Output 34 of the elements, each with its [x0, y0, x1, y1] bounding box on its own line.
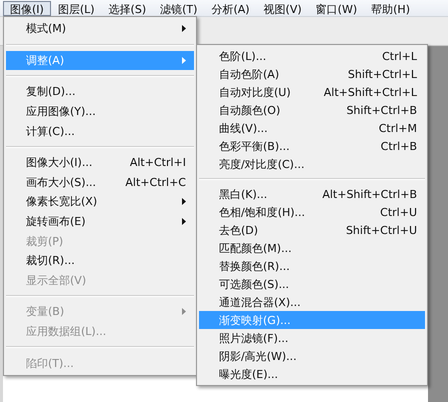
menu-item[interactable]: 色相/饱和度(H)... Ctrl+U — [199, 203, 425, 221]
menu-item[interactable]: 色彩平衡(B)... Ctrl+B — [199, 137, 425, 155]
menu-item[interactable]: 黑白(K)... Alt+Shift+Ctrl+B — [199, 185, 425, 203]
menu-item[interactable]: 自动色阶(A) Shift+Ctrl+L — [199, 65, 425, 83]
menu-item[interactable]: 画布大小(S)... Alt+Ctrl+C — [6, 172, 194, 192]
menu-item[interactable]: 应用图像(Y)... — [6, 102, 194, 122]
menu-item[interactable]: 模式(M) — [6, 19, 194, 39]
menu-bar-item[interactable]: 分析(A) — [204, 0, 257, 16]
menu-item[interactable]: 色阶(L)... Ctrl+L — [199, 47, 425, 65]
menu-bar-item[interactable]: 窗口(W) — [308, 0, 364, 16]
menu-item[interactable]: 可选颜色(S)... — [199, 275, 425, 293]
menu-bar-item[interactable]: 帮助(H) — [364, 0, 417, 16]
menu-item[interactable]: 像素长宽比(X) — [6, 192, 194, 212]
menu-item[interactable]: 裁切(R)... — [6, 250, 194, 271]
menu-item[interactable]: 计算(C)... — [6, 121, 194, 141]
menu-item[interactable]: 通道混合器(X)... — [199, 293, 425, 311]
menu-bar-item[interactable]: 选择(S) — [102, 0, 154, 16]
menu-item[interactable]: 复制(D)... — [6, 82, 194, 102]
menu-item[interactable]: 自动颜色(O) Shift+Ctrl+B — [199, 101, 425, 119]
menu-item[interactable]: 旋转画布(E) — [6, 212, 194, 232]
menu-bar-item[interactable]: 图层(L) — [50, 0, 102, 16]
menu-item[interactable]: 亮度/对比度(C)... — [199, 155, 425, 173]
menu-item[interactable]: 匹配颜色(M)... — [199, 239, 425, 257]
menu-item[interactable]: 阴影/高光(W)... — [199, 347, 425, 365]
menu-item[interactable]: 自动对比度(U) Alt+Shift+Ctrl+L — [199, 83, 425, 101]
menu-item[interactable]: 图像大小(I)... Alt+Ctrl+I — [6, 152, 194, 173]
menu-item[interactable]: 去色(D) Shift+Ctrl+U — [199, 221, 425, 239]
menu-bar-item[interactable]: 图像(I) — [3, 0, 51, 16]
menu-item[interactable]: 照片滤镜(F)... — [199, 329, 425, 347]
menu-bar-item[interactable]: 视图(V) — [256, 0, 309, 16]
menu-item[interactable]: 曲线(V)... Ctrl+M — [199, 119, 425, 137]
menu-item[interactable]: 曝光度(E)... — [199, 365, 425, 383]
menu-bar-item[interactable]: 滤镜(T) — [153, 0, 204, 16]
menu-item[interactable]: 替换颜色(R)... — [199, 257, 425, 275]
